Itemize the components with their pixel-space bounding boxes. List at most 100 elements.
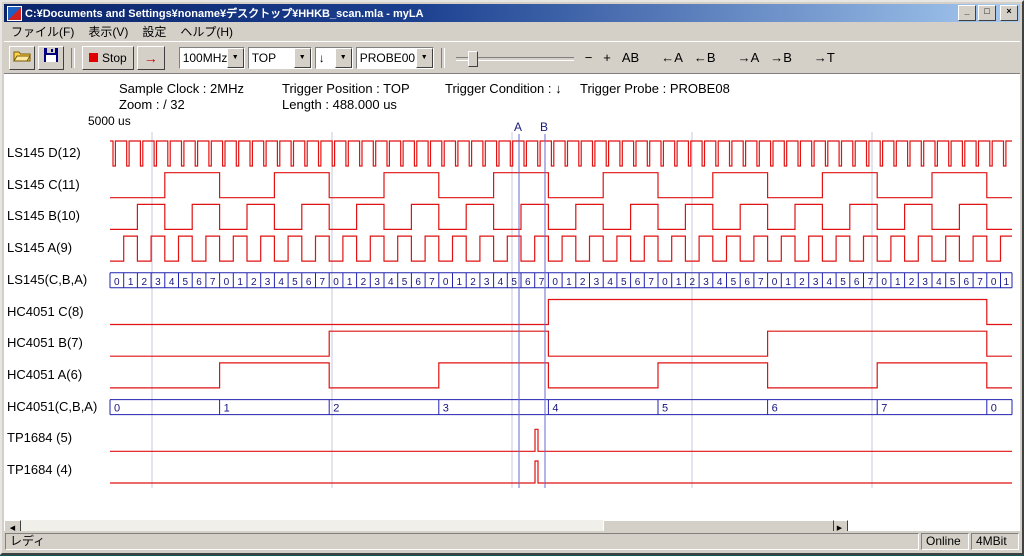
sample-clock-info: Sample Clock : 2MHz [119,81,244,96]
trigger-position-select[interactable]: TOP ▼ [248,47,312,69]
svg-text:1: 1 [676,277,682,288]
goto-marker-b-button[interactable]: ←B [690,48,720,67]
svg-text:1: 1 [785,277,791,288]
zoom-out-button[interactable]: − [581,48,597,67]
status-online: Online [921,533,969,550]
svg-text:4: 4 [388,277,394,288]
chevron-down-icon[interactable]: ▼ [416,48,433,68]
svg-text:1: 1 [237,277,243,288]
svg-text:4: 4 [278,277,284,288]
svg-text:3: 3 [443,403,449,415]
svg-text:0: 0 [552,277,558,288]
close-button[interactable]: × [1000,5,1018,21]
svg-text:4: 4 [169,277,175,288]
svg-text:6: 6 [196,277,202,288]
minimize-button[interactable]: _ [958,5,976,21]
svg-text:3: 3 [703,277,709,288]
svg-text:7: 7 [429,277,435,288]
svg-text:6: 6 [854,277,860,288]
svg-text:7: 7 [210,277,216,288]
chevron-down-icon[interactable]: ▼ [294,48,311,68]
svg-text:3: 3 [155,277,161,288]
svg-text:0: 0 [443,277,449,288]
svg-text:7: 7 [648,277,654,288]
zoom-info: Zoom : / 32 [119,97,185,112]
clock-select[interactable]: 100MHz ▼ [179,47,245,69]
svg-text:4: 4 [717,277,723,288]
goto-marker-a-button[interactable]: ←A [657,48,687,67]
stop-icon [89,53,98,62]
svg-text:7: 7 [539,277,545,288]
title-bar: C:¥Documents and Settings¥noname¥デスクトップ¥… [4,4,1020,22]
svg-text:6: 6 [964,277,970,288]
save-button[interactable] [38,46,64,70]
floppy-disk-icon [44,48,58,67]
run-arrow-icon: → [144,50,158,66]
svg-text:4: 4 [552,403,558,415]
zoom-slider[interactable] [456,48,574,68]
length-info: Length : 488.000 us [282,97,397,112]
stop-label: Stop [102,51,127,65]
svg-text:2: 2 [251,277,257,288]
set-marker-a-button[interactable]: →A [734,48,764,67]
toolbar-separator [441,48,445,68]
svg-text:2: 2 [799,277,805,288]
svg-text:2: 2 [333,403,339,415]
svg-text:5: 5 [511,277,517,288]
svg-text:1: 1 [128,277,134,288]
svg-text:0: 0 [772,277,778,288]
svg-text:2: 2 [361,277,367,288]
svg-text:5: 5 [621,277,627,288]
svg-text:6: 6 [744,277,750,288]
menu-bar: ファイル(F) 表示(V) 設定 ヘルプ(H) [4,22,1020,41]
menu-settings[interactable]: 設定 [135,21,173,42]
svg-text:4: 4 [827,277,833,288]
svg-text:0: 0 [224,277,230,288]
svg-text:6: 6 [415,277,421,288]
svg-text:3: 3 [265,277,271,288]
svg-text:1: 1 [224,403,230,415]
svg-text:5: 5 [292,277,298,288]
svg-text:5: 5 [950,277,956,288]
waveform-display[interactable]: 0123456701234567012345670123456701234567… [2,128,1018,520]
svg-text:5: 5 [840,277,846,288]
maximize-button[interactable]: □ [978,5,996,21]
svg-text:3: 3 [484,277,490,288]
menu-file[interactable]: ファイル(F) [4,21,81,42]
svg-text:0: 0 [991,403,997,415]
svg-text:2: 2 [909,277,915,288]
application-window: C:¥Documents and Settings¥noname¥デスクトップ¥… [0,0,1024,555]
toolbar-separator [71,48,75,68]
svg-text:7: 7 [881,403,887,415]
trigger-probe-select[interactable]: PROBE00 ▼ [356,47,434,69]
stop-button[interactable]: Stop [82,46,134,70]
svg-text:1: 1 [457,277,463,288]
svg-text:2: 2 [142,277,148,288]
trigger-edge-select[interactable]: ↓ ▼ [315,47,353,69]
svg-text:0: 0 [662,277,668,288]
system-menu-icon[interactable] [7,6,22,21]
zoom-in-button[interactable]: + [599,48,615,67]
run-button[interactable]: → [137,46,165,70]
svg-text:0: 0 [114,403,120,415]
zoom-slider-thumb[interactable] [468,51,478,67]
chevron-down-icon[interactable]: ▼ [335,48,352,68]
menu-help[interactable]: ヘルプ(H) [173,21,240,42]
set-marker-b-button[interactable]: →B [766,48,796,67]
svg-text:2: 2 [470,277,476,288]
svg-text:3: 3 [594,277,600,288]
goto-trigger-button[interactable]: →T [810,48,839,67]
svg-text:5: 5 [183,277,189,288]
svg-text:7: 7 [868,277,874,288]
svg-text:1: 1 [1004,277,1010,288]
zoom-ab-button[interactable]: AB [618,48,643,67]
svg-text:3: 3 [374,277,380,288]
menu-view[interactable]: 表示(V) [81,21,135,42]
folder-open-icon [13,49,31,67]
svg-text:6: 6 [635,277,641,288]
open-file-button[interactable] [9,46,35,70]
svg-text:0: 0 [114,277,120,288]
trigger-position-info: Trigger Position : TOP [282,81,410,96]
chevron-down-icon[interactable]: ▼ [227,48,244,68]
toolbar: Stop → 100MHz ▼ TOP ▼ ↓ ▼ PROBE00 ▼ − + … [4,41,1020,74]
